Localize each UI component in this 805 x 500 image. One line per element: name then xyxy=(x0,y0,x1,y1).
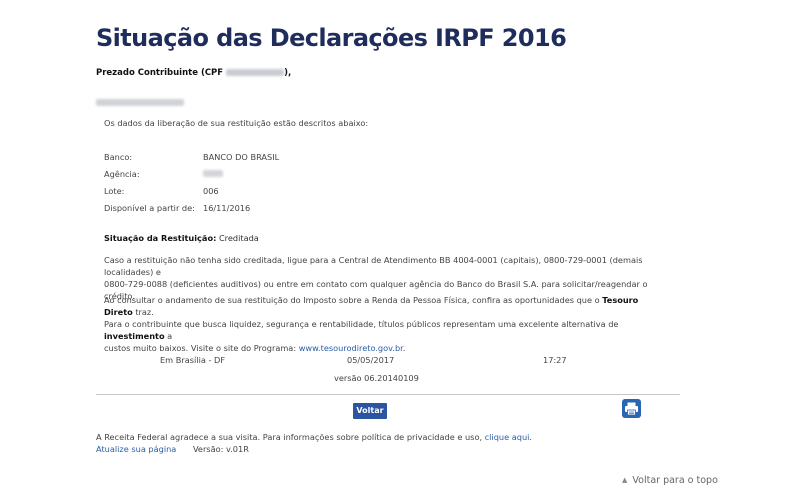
footer-update: Atualize sua página Versão: v.01R xyxy=(96,444,249,454)
status-value: Creditada xyxy=(218,233,259,243)
investimento-bold: investimento xyxy=(104,331,165,341)
bank-label: Banco: xyxy=(104,152,133,162)
tesouro-line-2: Para o contribuinte que busca liquidez, … xyxy=(104,319,619,341)
lot-label: Lote: xyxy=(104,186,125,196)
back-to-top-label: Voltar para o topo xyxy=(632,475,718,486)
tesouro-direto-link[interactable]: www.tesourodireto.gov.br xyxy=(299,343,403,353)
print-button[interactable] xyxy=(622,399,641,418)
caret-up-icon: ▲ xyxy=(622,476,628,484)
footer-version: Versão: v.01R xyxy=(192,444,249,454)
divider xyxy=(96,394,680,395)
bank-value: BANCO DO BRASIL xyxy=(203,152,280,162)
page: Situação das Declarações IRPF 2016 Preza… xyxy=(0,0,805,500)
agency-value-redacted xyxy=(203,170,223,177)
refresh-page-link[interactable]: Atualize sua página xyxy=(96,444,176,454)
contact-line-1: Caso a restituição não tenha sido credit… xyxy=(104,255,643,277)
available-label: Disponível a partir de: xyxy=(104,203,195,213)
footer-thanks: A Receita Federal agradece a sua visita.… xyxy=(96,432,533,442)
privacy-link[interactable]: clique aqui xyxy=(485,432,530,442)
cpf-redacted xyxy=(226,69,285,76)
tesouro-line-1: Ao consultar o andamento de sua restitui… xyxy=(104,295,639,317)
tesouro-paragraph: Ao consultar o andamento de sua restitui… xyxy=(104,294,664,354)
refund-status: Situação da Restituição: Creditada xyxy=(104,233,259,243)
back-button[interactable]: Voltar xyxy=(353,403,387,419)
date-text: 05/05/2017 xyxy=(347,355,395,365)
version-text: versão 06.20140109 xyxy=(334,373,419,383)
greeting-prefix: Prezado Contribuinte (CPF xyxy=(96,68,227,78)
time-text: 17:27 xyxy=(543,355,567,365)
greeting-suffix: ), xyxy=(284,68,292,78)
status-label: Situação da Restituição: xyxy=(104,233,217,243)
intro-text: Os dados da liberação de sua restituição… xyxy=(104,118,369,128)
taxpayer-name-redacted xyxy=(96,99,184,106)
page-title: Situação das Declarações IRPF 2016 xyxy=(96,24,567,52)
lot-value: 006 xyxy=(203,186,219,196)
greeting: Prezado Contribuinte (CPF ), xyxy=(96,68,291,78)
place-text: Em Brasília - DF xyxy=(160,355,226,365)
tesouro-line-3: custos muito baixos. Visite o site do Pr… xyxy=(104,343,406,353)
available-value: 16/11/2016 xyxy=(203,203,251,213)
agency-label: Agência: xyxy=(104,169,140,179)
back-to-top-link[interactable]: ▲ Voltar para o topo xyxy=(622,475,718,486)
printer-icon xyxy=(625,402,638,416)
